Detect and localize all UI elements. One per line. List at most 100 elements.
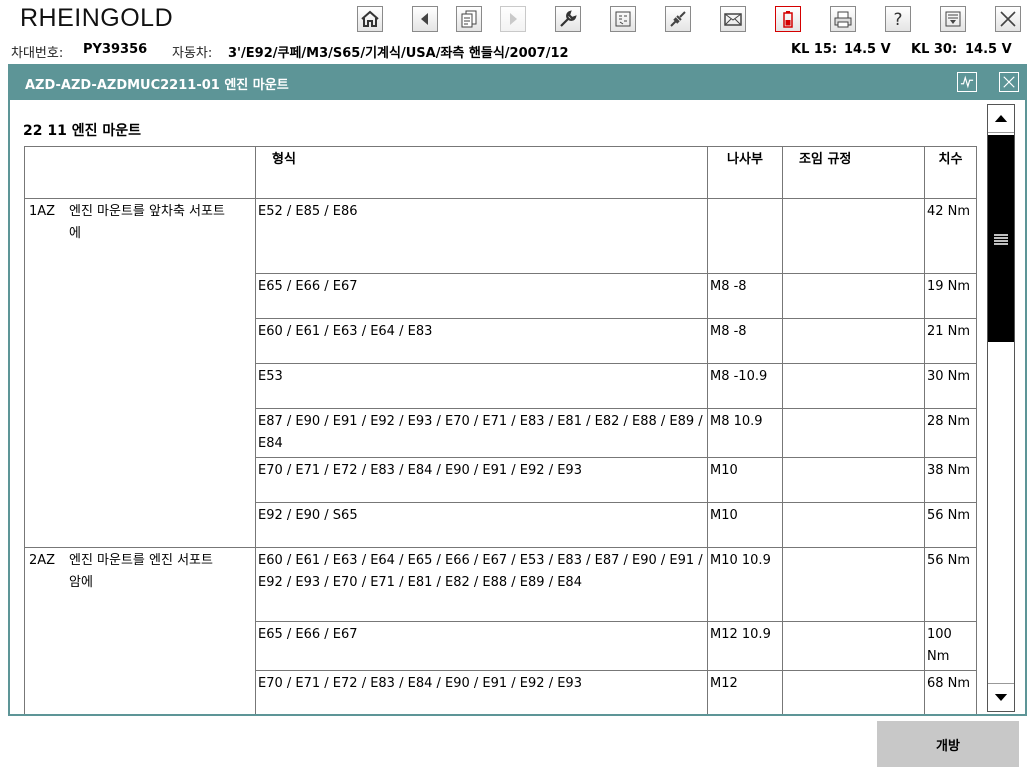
model-cell: E53 <box>255 363 708 409</box>
thread-cell: M8 -8 <box>707 318 783 364</box>
assembly-cell <box>782 408 925 458</box>
header-model: 형식 <box>255 146 708 199</box>
signal-button[interactable] <box>957 72 977 92</box>
value-cell: 19 Nm <box>924 273 977 319</box>
value-cell: 38 Nm <box>924 457 977 503</box>
thread-cell: M10 10.9 <box>707 547 783 622</box>
close-icon <box>1003 76 1015 88</box>
scroll-thumb[interactable] <box>988 135 1014 342</box>
thread-cell: M8 -8 <box>707 273 783 319</box>
measurement-button[interactable] <box>610 6 636 32</box>
header-item <box>24 146 256 199</box>
menu-dropdown-button[interactable] <box>940 6 966 32</box>
close-button[interactable] <box>995 6 1021 32</box>
thread-cell: M12 10.9 <box>707 621 783 671</box>
service-functions-button[interactable] <box>555 6 581 32</box>
assembly-cell <box>782 273 925 319</box>
assembly-cell <box>782 670 925 714</box>
documents-icon <box>461 10 477 28</box>
kl30-value: 14.5 V <box>965 42 1012 57</box>
scroll-up-button[interactable] <box>988 105 1014 133</box>
vertical-scrollbar[interactable] <box>987 104 1015 712</box>
car-label: 자동차: <box>172 46 213 61</box>
value-cell: 21 Nm <box>924 318 977 364</box>
document-body: 22 11 엔진 마운트 형식 나사부 조임 규정 치수 1AZ 엔진 마운트를 … <box>12 102 988 714</box>
model-cell: E70 / E71 / E72 / E83 / E84 / E90 / E91 … <box>255 457 708 503</box>
back-icon <box>421 13 428 25</box>
model-cell: E60 / E61 / E63 / E64 / E83 <box>255 318 708 364</box>
thread-cell: M8 10.9 <box>707 408 783 458</box>
value-cell: 56 Nm <box>924 502 977 548</box>
model-cell: E60 / E61 / E63 / E64 / E65 / E66 / E67 … <box>255 547 708 622</box>
table-row: 2AZ 엔진 마운트를 엔진 서포트 암에 E60 / E61 / E63 / E6… <box>24 547 977 714</box>
connection-button[interactable] <box>665 6 691 32</box>
value-cell: 68 Nm <box>924 670 977 714</box>
home-icon <box>361 10 379 27</box>
app-title: RHEINGOLD <box>20 4 174 32</box>
document-header: AZD-AZD-AZDMUC2211-01 엔진 마운트 <box>8 64 1027 100</box>
thread-cell: M10 <box>707 457 783 503</box>
torque-spec-table: 형식 나사부 조임 규정 치수 1AZ 엔진 마운트를 앞차축 서포트에 E52 /… <box>24 146 977 714</box>
thread-cell: M12 <box>707 670 783 714</box>
document-title: AZD-AZD-AZDMUC2211-01 엔진 마운트 <box>25 78 289 93</box>
item-cell: 2AZ 엔진 마운트를 엔진 서포트 암에 <box>24 547 256 714</box>
model-cell: E52 / E85 / E86 <box>255 198 708 274</box>
arrow-up-icon <box>994 115 1008 122</box>
documents-button[interactable] <box>456 6 482 32</box>
vin-label: 차대번호: <box>11 46 64 61</box>
assembly-cell <box>782 621 925 671</box>
home-button[interactable] <box>357 6 383 32</box>
print-button[interactable] <box>830 6 856 32</box>
battery-status-button[interactable] <box>775 6 801 32</box>
mail-button[interactable] <box>720 6 746 32</box>
item-cell: 1AZ 엔진 마운트를 앞차축 서포트에 <box>24 198 256 548</box>
connection-icon <box>670 11 686 27</box>
assembly-cell <box>782 547 925 622</box>
measurement-icon <box>615 11 631 27</box>
close-icon <box>1000 11 1016 27</box>
item-code: 2AZ <box>29 553 56 568</box>
model-cell: E87 / E90 / E91 / E92 / E93 / E70 / E71 … <box>255 408 708 458</box>
header-assembly: 조임 규정 <box>782 146 925 199</box>
grip-icon <box>994 233 1008 245</box>
back-button[interactable] <box>412 6 438 32</box>
scroll-down-button[interactable] <box>988 683 1014 711</box>
header-value: 치수 <box>924 146 977 199</box>
bottom-bar: 개방 <box>0 718 1028 770</box>
toolbar: RHEINGOLD ? <box>0 0 1028 38</box>
model-cell: E70 / E71 / E72 / E83 / E84 / E90 / E91 … <box>255 670 708 714</box>
section-title: 22 11 엔진 마운트 <box>23 123 141 139</box>
wrench-icon <box>560 10 577 27</box>
assembly-cell <box>782 363 925 409</box>
car-value: 3'/E92/쿠페/M3/S65/기계식/USA/좌측 핸들식/2007/12 <box>228 46 569 61</box>
kl15-label: KL 15: <box>791 42 838 57</box>
model-cell: E65 / E66 / E67 <box>255 273 708 319</box>
mail-icon <box>724 13 742 26</box>
signal-wave-icon <box>960 75 974 89</box>
assembly-cell <box>782 198 925 274</box>
forward-button[interactable] <box>500 6 526 32</box>
header-thread: 나사부 <box>707 146 783 199</box>
assembly-cell <box>782 318 925 364</box>
battery-icon <box>783 11 793 28</box>
menu-dropdown-icon <box>945 11 961 27</box>
model-cell: E92 / E90 / S65 <box>255 502 708 548</box>
value-cell: 56 Nm <box>924 547 977 622</box>
open-button[interactable]: 개방 <box>877 721 1019 767</box>
document-close-button[interactable] <box>999 72 1019 92</box>
table-row: 1AZ 엔진 마운트를 앞차축 서포트에 E52 / E85 / E86 42 Nm <box>24 198 977 548</box>
model-cell: E65 / E66 / E67 <box>255 621 708 671</box>
item-code: 1AZ <box>29 204 56 219</box>
forward-icon <box>510 13 517 25</box>
thread-cell: M10 <box>707 502 783 548</box>
document-frame: 22 11 엔진 마운트 형식 나사부 조임 규정 치수 1AZ 엔진 마운트를 … <box>8 100 1027 716</box>
kl30-label: KL 30: <box>911 42 958 57</box>
table-header-row: 형식 나사부 조임 규정 치수 <box>24 146 977 199</box>
kl15-value: 14.5 V <box>844 42 891 57</box>
vin-value: PY39356 <box>83 42 148 57</box>
arrow-down-icon <box>994 694 1008 701</box>
svg-text:?: ? <box>893 10 902 29</box>
vehicle-info-bar: 차대번호: PY39356 자동차: 3'/E92/쿠페/M3/S65/기계식/… <box>0 38 1028 62</box>
item-description: 엔진 마운트를 엔진 서포트 암에 <box>69 553 213 590</box>
help-button[interactable]: ? <box>885 6 911 32</box>
